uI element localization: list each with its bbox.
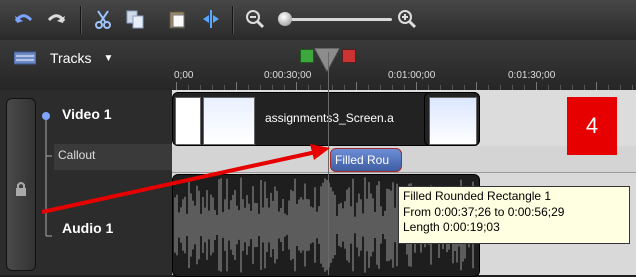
tooltip-length: Length 0:00:19;03	[403, 220, 500, 234]
clip-tooltip: Filled Rounded Rectangle 1 From 0:00:37;…	[398, 186, 630, 244]
tooltip-range: From 0:00:37;26 to 0:00:56;29	[403, 204, 565, 219]
tooltip-title: Filled Rounded Rectangle 1	[403, 189, 552, 203]
